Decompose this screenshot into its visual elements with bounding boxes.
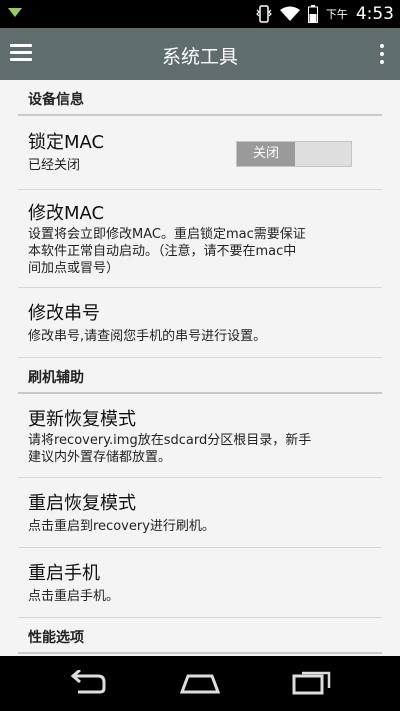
modify-mac-item[interactable]: 修改MAC 设置将会立即修改MAC。重启锁定mac需要保证 本软件正常自动启动。… [0, 190, 400, 288]
page-title: 系统工具 [161, 46, 238, 68]
overflow-menu-icon[interactable] [378, 44, 386, 66]
lock-mac-toggle[interactable]: 关闭 [236, 141, 352, 167]
reboot-phone-summary: 点击重启手机。 [28, 589, 120, 604]
reboot-recovery-summary: 点击重启到recovery进行刷机。 [28, 519, 215, 534]
reboot-recovery-title: 重启恢复模式 [28, 493, 136, 514]
reboot-phone-item[interactable]: 重启手机 点击重启手机。 [0, 548, 400, 618]
wifi-icon [279, 6, 300, 21]
modify-serial-summary: 修改串号,请查阅您手机的串号进行设置。 [28, 329, 267, 344]
update-recovery-item[interactable]: 更新恢复模式 请将recovery.img放在sdcard分区根目录，新手 建议… [0, 394, 400, 478]
status-ampm: 下午 [325, 8, 348, 21]
lock-mac-item[interactable]: 锁定MAC 已经关闭 关闭 [0, 116, 400, 190]
section-header-performance: 性能选项 [0, 618, 400, 654]
status-bar: 下午 4:53 [0, 0, 400, 28]
update-recovery-summary-line-2: 建议内外置存储都放置。 [28, 450, 172, 465]
battery-icon [307, 5, 318, 23]
reboot-phone-title: 重启手机 [28, 563, 100, 584]
update-recovery-summary-line-1: 请将recovery.img放在sdcard分区根目录，新手 [28, 433, 312, 448]
settings-list: 设备信息 锁定MAC 已经关闭 关闭 修改MAC 设置将会立即修改MAC。重启锁… [0, 80, 400, 656]
toggle-off-label: 关闭 [237, 142, 295, 166]
vibrate-icon [255, 5, 272, 23]
back-icon[interactable] [68, 670, 108, 696]
notification-icon [8, 8, 22, 17]
modify-serial-title: 修改串号 [28, 303, 100, 324]
section-header-flash-assist: 刷机辅助 [0, 358, 400, 394]
modify-mac-title: 修改MAC [28, 203, 105, 224]
status-icons: 下午 4:53 [255, 0, 394, 28]
recent-apps-icon[interactable] [292, 670, 332, 696]
modify-mac-summary-line-2: 本软件正常自动启动。（注意，请不要在mac中 [28, 244, 297, 259]
modify-mac-summary-line-1: 设置将会立即修改MAC。重启锁定mac需要保证 [28, 227, 306, 242]
section-header-device-info: 设备信息 [0, 80, 400, 116]
home-icon[interactable] [180, 670, 220, 696]
update-recovery-title: 更新恢复模式 [28, 409, 136, 430]
modify-mac-summary-line-3: 间加点或冒号） [28, 261, 120, 276]
app-bar: 系统工具 [0, 28, 400, 80]
navigation-bar [0, 656, 400, 711]
modify-serial-item[interactable]: 修改串号 修改串号,请查阅您手机的串号进行设置。 [0, 288, 400, 358]
reboot-recovery-item[interactable]: 重启恢复模式 点击重启到recovery进行刷机。 [0, 478, 400, 548]
status-time: 4:53 [355, 4, 394, 24]
